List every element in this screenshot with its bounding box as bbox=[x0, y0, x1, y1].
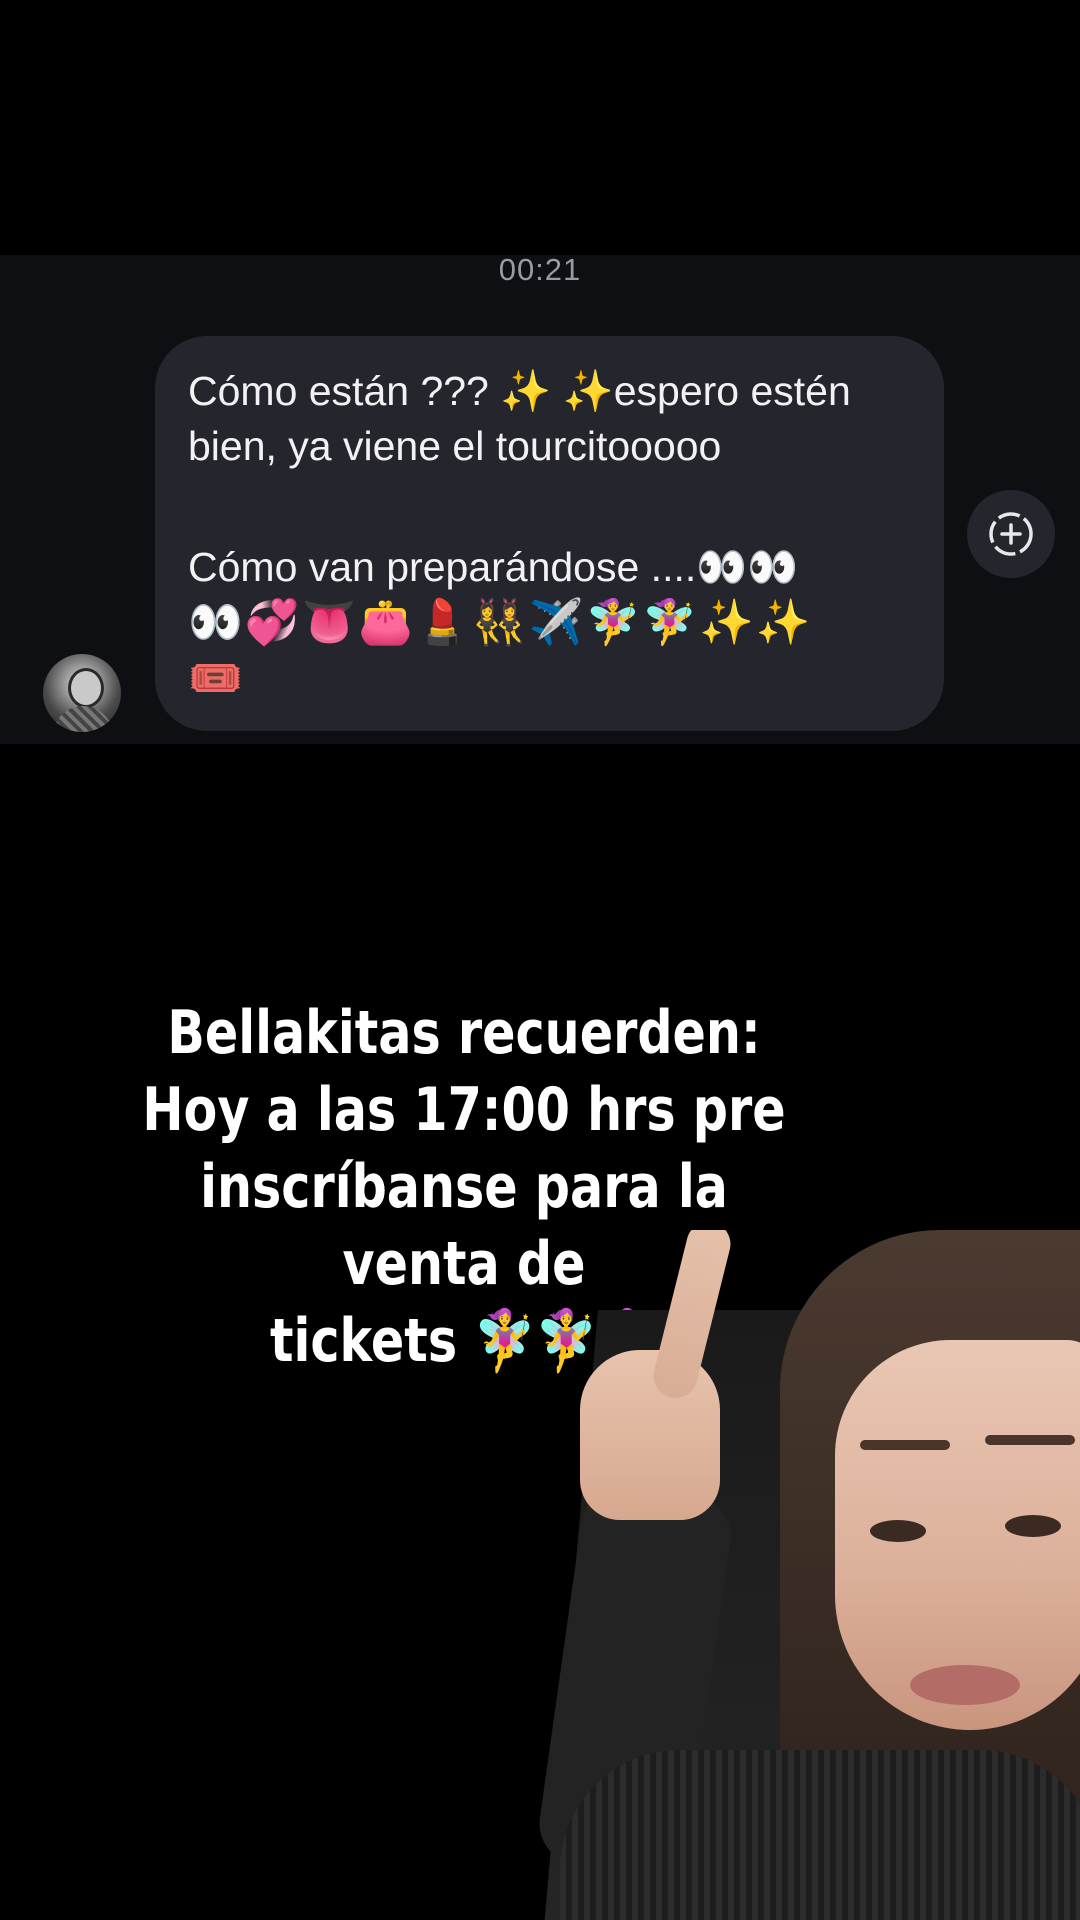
creator-lips bbox=[910, 1665, 1020, 1705]
creator-hand bbox=[580, 1350, 720, 1520]
creator-cutout-image bbox=[500, 1230, 1080, 1920]
add-reaction-icon bbox=[989, 512, 1033, 556]
message-line: bien, ya viene el tourcitooooo bbox=[188, 423, 722, 469]
message-timestamp: 00:21 bbox=[498, 252, 582, 287]
caption-line: Hoy a las 17:00 hrs pre bbox=[142, 1075, 786, 1145]
creator-sweater bbox=[560, 1750, 1080, 1920]
avatar-body bbox=[53, 706, 113, 732]
creator-brow bbox=[860, 1440, 950, 1450]
avatar-head bbox=[68, 668, 104, 708]
add-reaction-button[interactable] bbox=[967, 490, 1055, 578]
message-emoji-row: 🎟️ bbox=[188, 654, 245, 703]
message-emoji-row: 👀💞👅👛💄👯‍♀️✈️🧚‍♀️🧚‍♀️✨✨ bbox=[188, 598, 813, 647]
caption-line: Bellakitas recuerden: bbox=[167, 998, 761, 1068]
creator-eye bbox=[870, 1520, 926, 1542]
creator-eye bbox=[1005, 1515, 1061, 1537]
message-line: Cómo están ??? ✨ ✨espero estén bbox=[188, 368, 851, 414]
message-line: Cómo van preparándose ....👀👀 bbox=[188, 544, 799, 590]
sender-avatar[interactable] bbox=[43, 654, 121, 732]
creator-brow bbox=[985, 1435, 1075, 1445]
message-bubble[interactable]: Cómo están ??? ✨ ✨espero estén bien, ya … bbox=[155, 336, 944, 731]
